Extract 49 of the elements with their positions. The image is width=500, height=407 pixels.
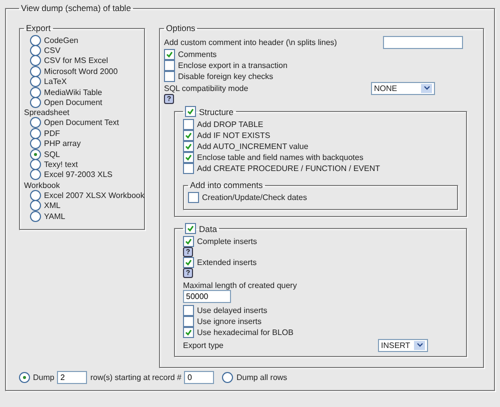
format-label: Open Document	[44, 98, 102, 108]
option-label: SQL compatibility mode	[164, 84, 248, 92]
option-label: Extended inserts	[197, 258, 257, 267]
group-title: Structure	[199, 106, 234, 116]
category-heading: Workbook	[24, 180, 61, 190]
format-label: CodeGen	[44, 36, 78, 45]
query-length-field[interactable]: 50000	[183, 290, 231, 303]
format-label: PHP array	[44, 139, 81, 148]
option-label: Add DROP TABLE	[197, 120, 264, 129]
option-label: Use hexadecimal for BLOB	[197, 328, 294, 337]
format-label: Open Document Text	[44, 118, 120, 128]
export-type-select[interactable]: INSERT	[378, 338, 428, 352]
option-label: Add custom comment into header (\n splits lines)	[164, 38, 337, 46]
compat-select[interactable]: NONE	[371, 82, 435, 94]
format-label: YAML	[44, 212, 66, 221]
format-label: Microsoft Word 2000	[44, 66, 118, 76]
format-label: CSV for MS Excel	[44, 56, 108, 66]
panel-title: View dump (schema) of table	[20, 3, 132, 13]
option-label: Add CREATE PROCEDURE / FUNCTION / EVENT	[197, 164, 380, 173]
option-label: Enclose table and field names with backquotes	[197, 153, 364, 162]
row-count-field[interactable]: 2	[57, 371, 88, 384]
format-label: CSV	[44, 46, 60, 56]
option-label: Maximal length of created query	[183, 280, 297, 290]
option-label: Creation/Update/Check dates	[202, 193, 307, 202]
option-label: Add IF NOT EXISTS	[197, 131, 270, 140]
option-label: Use delayed inserts	[197, 306, 268, 315]
group-title: Export	[25, 23, 52, 33]
category-heading: Spreadsheet	[24, 108, 70, 118]
group-title: Data	[199, 224, 217, 234]
option-label: Comments	[178, 50, 217, 59]
option-label: Enclose export in a transaction	[178, 61, 288, 70]
format-label: Texy! text	[44, 160, 78, 169]
option-label: row(s) starting at record #	[90, 373, 182, 382]
option-label: Complete inserts	[197, 237, 258, 246]
format-label: PDF	[44, 128, 60, 138]
format-label: Excel 97-2003 XLS	[44, 170, 112, 180]
option-label: Use ignore inserts	[197, 317, 262, 326]
start-record-field[interactable]: 0	[184, 371, 214, 384]
group-title: Options	[165, 23, 196, 33]
format-label: XML	[44, 201, 60, 210]
option-label: Dump all rows	[236, 373, 288, 382]
option-label: Disable foreign key checks	[178, 72, 274, 81]
option-label: Export type	[183, 340, 224, 350]
group-title: Add into comments	[189, 180, 264, 190]
format-label: LaTeX	[44, 77, 67, 86]
option-label: Add AUTO_INCREMENT value	[197, 142, 308, 151]
option-label: Dump	[33, 373, 54, 382]
format-label: MediaWiki Table	[44, 88, 102, 97]
format-label: SQL	[44, 150, 60, 159]
